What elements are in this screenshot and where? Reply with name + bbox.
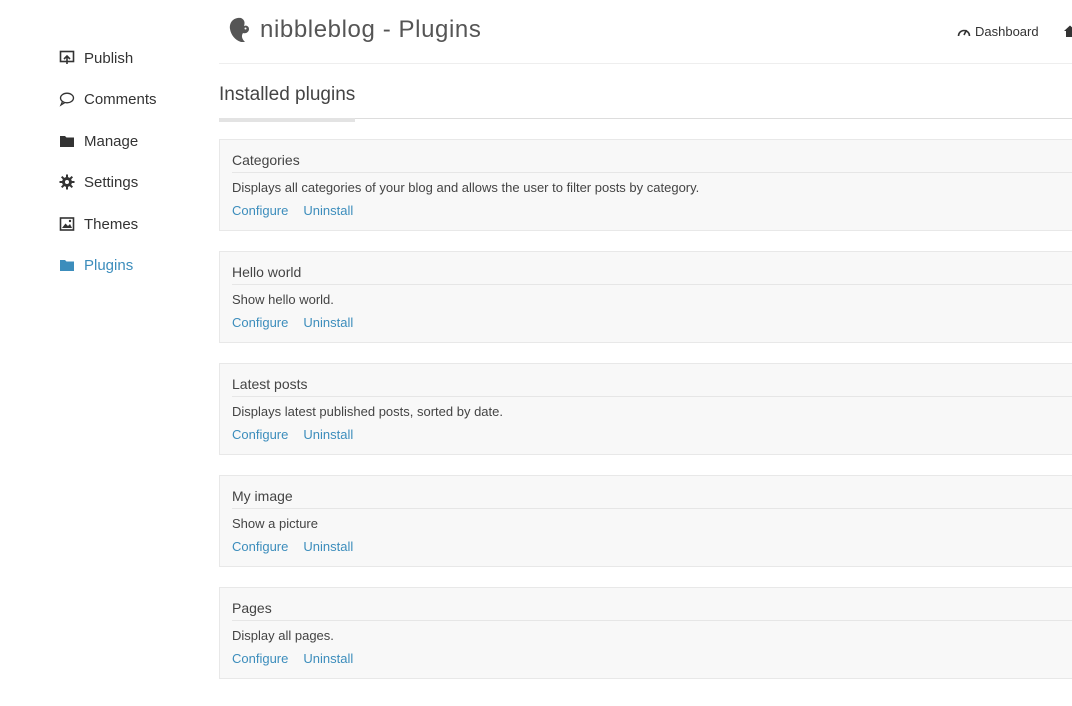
configure-link[interactable]: Configure <box>232 315 288 330</box>
sidebar-item-label: Themes <box>84 215 139 233</box>
sidebar-item-label: Settings <box>84 173 139 191</box>
publish-icon <box>59 50 75 66</box>
plugin-description: Displays all categories of your blog and… <box>232 180 700 195</box>
squirrel-logo-icon <box>227 16 251 44</box>
sidebar: Publish Comments Manage Settings Themes … <box>0 0 200 706</box>
configure-link[interactable]: Configure <box>232 427 288 442</box>
sidebar-item-label: Comments <box>84 90 157 108</box>
uninstall-link[interactable]: Uninstall <box>303 315 353 330</box>
section-tabs: Installed plugins <box>219 80 1072 122</box>
plugin-name: Hello world <box>232 264 302 280</box>
gear-icon <box>59 174 75 190</box>
image-icon <box>59 216 75 232</box>
sidebar-item-themes[interactable]: Themes <box>59 213 138 235</box>
folder-icon <box>59 257 75 273</box>
divider <box>232 284 1072 285</box>
uninstall-link[interactable]: Uninstall <box>303 203 353 218</box>
sidebar-item-label: Plugins <box>84 256 134 274</box>
configure-link[interactable]: Configure <box>232 651 288 666</box>
plugin-card-categories: Categories Displays all categories of yo… <box>219 139 1072 231</box>
dashboard-label: Dashboard <box>975 24 1039 39</box>
configure-link[interactable]: Configure <box>232 203 288 218</box>
divider <box>232 396 1072 397</box>
uninstall-link[interactable]: Uninstall <box>303 651 353 666</box>
comment-icon <box>59 91 75 107</box>
plugin-name: Categories <box>232 152 300 168</box>
plugin-name: Pages <box>232 600 272 616</box>
plugin-card-latest-posts: Latest posts Displays latest published p… <box>219 363 1072 455</box>
sidebar-item-settings[interactable]: Settings <box>59 171 138 193</box>
top-header: nibbleblog - Plugins Dashboard <box>219 0 1072 64</box>
dashboard-link[interactable]: Dashboard <box>957 24 1039 39</box>
plugin-description: Displays latest published posts, sorted … <box>232 404 503 419</box>
plugin-description: Display all pages. <box>232 628 334 643</box>
plugin-name: Latest posts <box>232 376 308 392</box>
uninstall-link[interactable]: Uninstall <box>303 427 353 442</box>
plugin-description: Show hello world. <box>232 292 334 307</box>
sidebar-item-publish[interactable]: Publish <box>59 47 133 69</box>
uninstall-link[interactable]: Uninstall <box>303 539 353 554</box>
divider <box>232 172 1072 173</box>
plugin-actions: Configure Uninstall <box>232 427 368 442</box>
home-icon <box>1063 24 1072 38</box>
sidebar-item-comments[interactable]: Comments <box>59 88 157 110</box>
sidebar-item-plugins[interactable]: Plugins <box>59 254 133 276</box>
divider <box>232 620 1072 621</box>
page-title: nibbleblog - Plugins <box>260 16 482 43</box>
dashboard-icon <box>957 25 971 39</box>
plugin-card-my-image: My image Show a picture Configure Uninst… <box>219 475 1072 567</box>
plugin-description: Show a picture <box>232 516 318 531</box>
tab-installed-plugins[interactable]: Installed plugins <box>219 84 356 122</box>
sidebar-item-label: Manage <box>84 132 139 150</box>
brand[interactable]: nibbleblog - Plugins <box>227 16 481 44</box>
sidebar-item-manage[interactable]: Manage <box>59 130 138 152</box>
sidebar-item-label: Publish <box>84 49 134 67</box>
plugin-actions: Configure Uninstall <box>232 203 368 218</box>
plugin-actions: Configure Uninstall <box>232 651 368 666</box>
plugin-actions: Configure Uninstall <box>232 539 368 554</box>
configure-link[interactable]: Configure <box>232 539 288 554</box>
plugin-list: Categories Displays all categories of yo… <box>219 139 1072 699</box>
home-link[interactable] <box>1063 24 1072 38</box>
divider <box>232 508 1072 509</box>
folder-icon <box>59 133 75 149</box>
plugin-card-pages: Pages Display all pages. Configure Unins… <box>219 587 1072 679</box>
plugin-name: My image <box>232 488 293 504</box>
plugin-card-hello-world: Hello world Show hello world. Configure … <box>219 251 1072 343</box>
plugin-actions: Configure Uninstall <box>232 315 368 330</box>
